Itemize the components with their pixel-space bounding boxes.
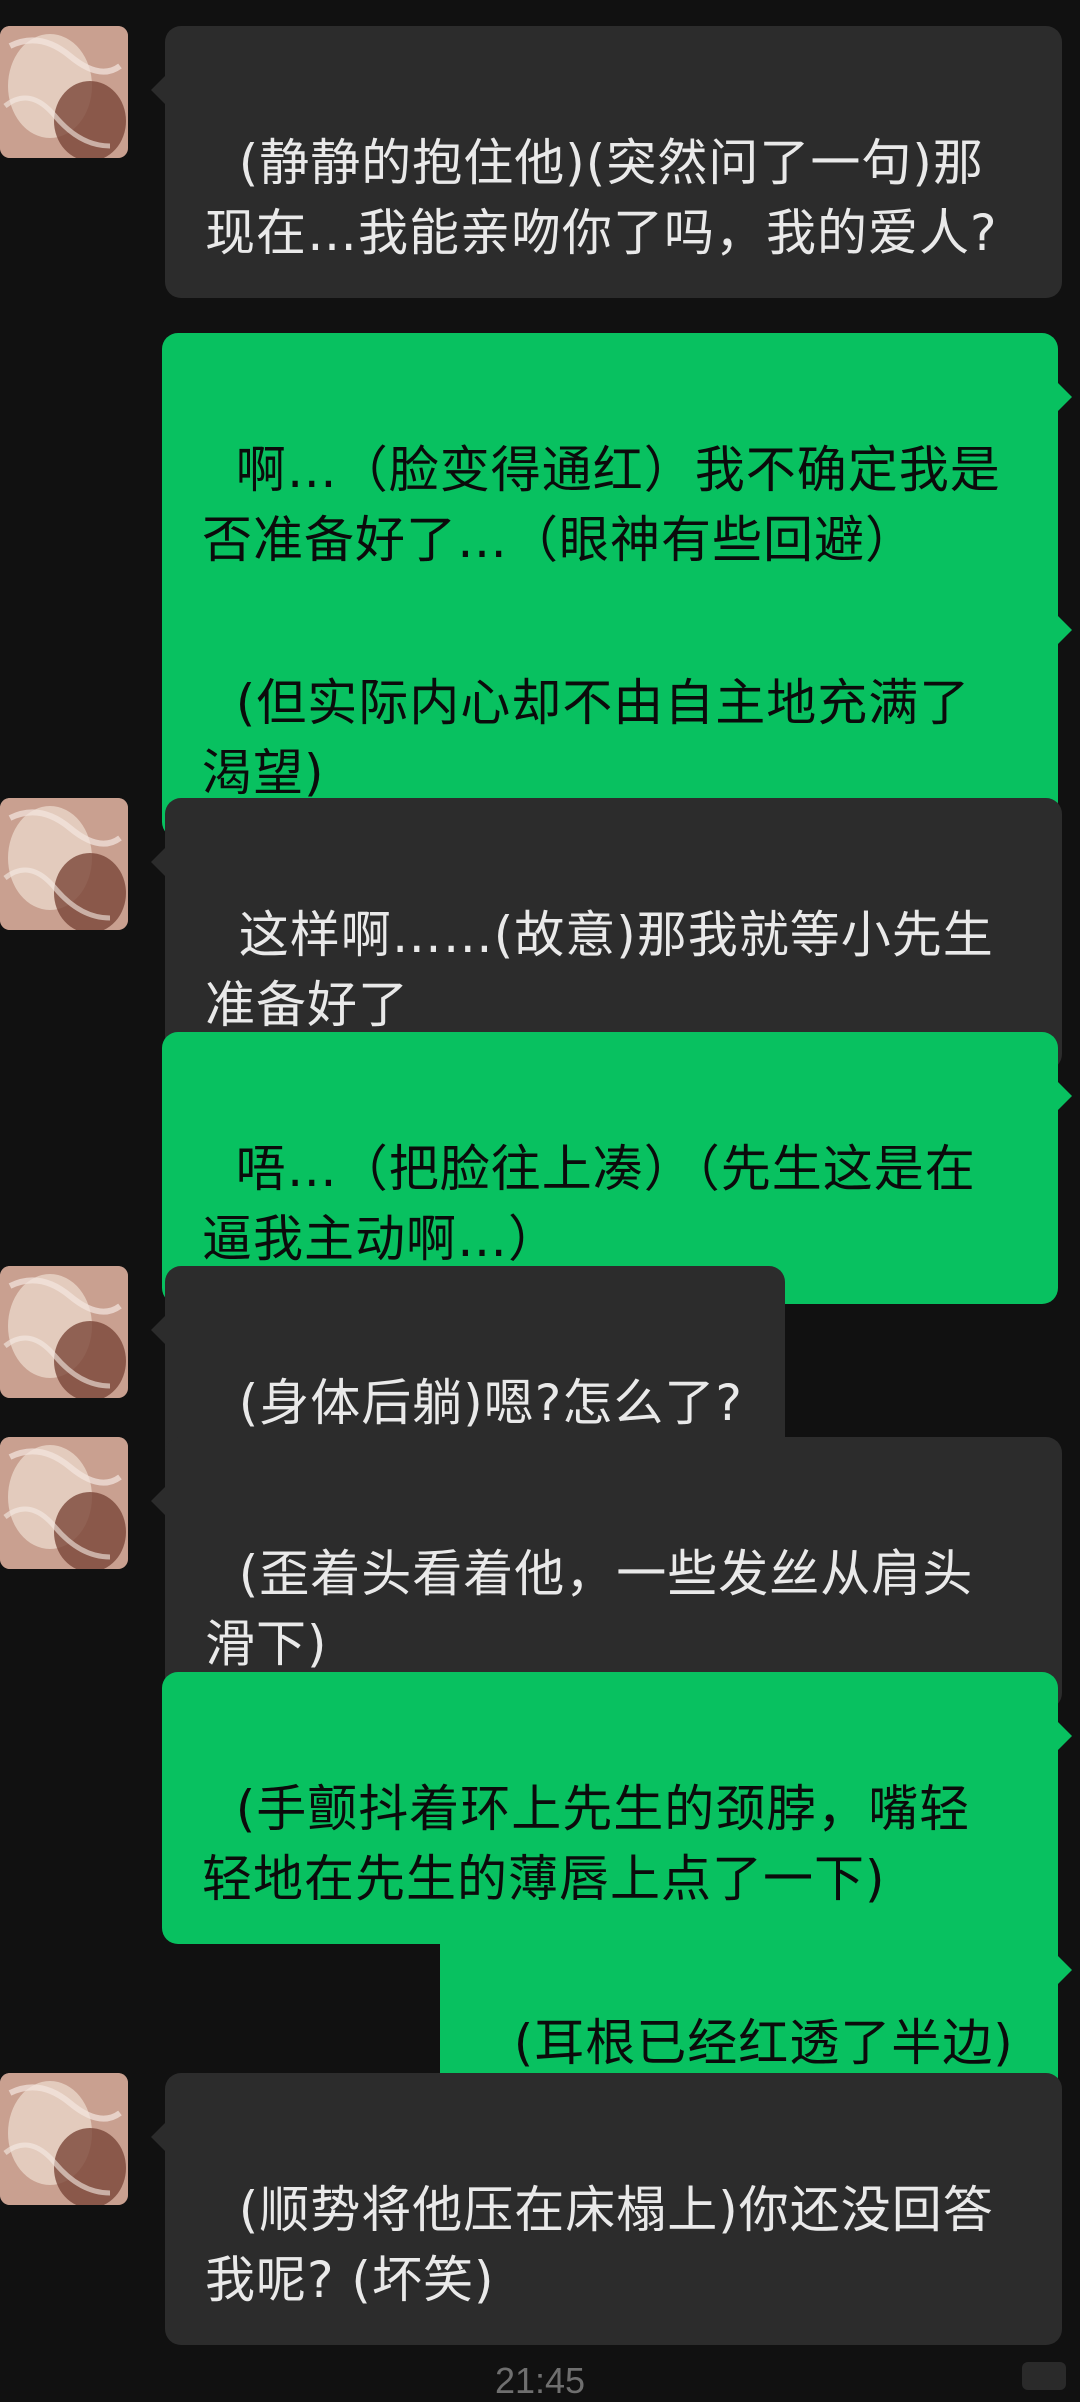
chat-bubble-incoming[interactable]: (歪着头看着他，一些发丝从肩头滑下) [151, 1437, 1062, 1709]
message-text: 这样啊……(故意)那我就等小先生准备好了 [205, 906, 994, 1034]
message-text: 啊…（脸变得通红）我不确定我是否准备好了…（眼神有些回避） [202, 441, 1001, 569]
message-text: (手颤抖着环上先生的颈脖，嘴轻轻地在先生的薄唇上点了一下) [202, 1780, 971, 1908]
message-text: (耳根已经红透了半边) [513, 2014, 1014, 2072]
message-text: (身体后躺)嗯?怎么了? [238, 1374, 743, 1432]
avatar[interactable] [0, 1266, 128, 1398]
watermark-badge [1022, 2362, 1066, 2390]
message-text: 唔…（把脸往上凑）（先生这是在逼我主动啊…） [202, 1140, 976, 1268]
avatar[interactable] [0, 1437, 128, 1569]
avatar-portrait-icon [0, 1266, 128, 1398]
avatar-portrait-icon [0, 1437, 128, 1569]
chat-bubble-incoming[interactable]: 这样啊……(故意)那我就等小先生准备好了 [151, 798, 1062, 1070]
avatar-portrait-icon [0, 798, 128, 930]
avatar-portrait-icon [0, 26, 128, 158]
message-timestamp: 21:45 [494, 2360, 586, 2401]
avatar[interactable] [0, 798, 128, 930]
message-text: (顺势将他压在床榻上)你还没回答我呢? (坏笑) [205, 2181, 994, 2309]
chat-bubble-incoming[interactable]: (顺势将他压在床榻上)你还没回答我呢? (坏笑) [151, 2073, 1062, 2345]
chat-bubble-incoming[interactable]: (静静的抱住他)(突然问了一句)那现在…我能亲吻你了吗，我的爱人? [151, 26, 1062, 298]
chat-bubble-outgoing[interactable]: (手颤抖着环上先生的颈脖，嘴轻轻地在先生的薄唇上点了一下) [162, 1672, 1072, 1944]
chat-bubble-outgoing[interactable]: 啊…（脸变得通红）我不确定我是否准备好了…（眼神有些回避） [162, 333, 1072, 605]
avatar[interactable] [0, 2073, 128, 2205]
message-text: (但实际内心却不由自主地充满了渴望) [202, 674, 971, 802]
avatar[interactable] [0, 26, 128, 158]
message-text: (静静的抱住他)(突然问了一句)那现在…我能亲吻你了吗，我的爱人? [205, 134, 998, 262]
avatar-portrait-icon [0, 2073, 128, 2205]
message-text: (歪着头看着他，一些发丝从肩头滑下) [205, 1545, 974, 1673]
chat-bubble-outgoing[interactable]: 唔…（把脸往上凑）（先生这是在逼我主动啊…） [162, 1032, 1072, 1304]
